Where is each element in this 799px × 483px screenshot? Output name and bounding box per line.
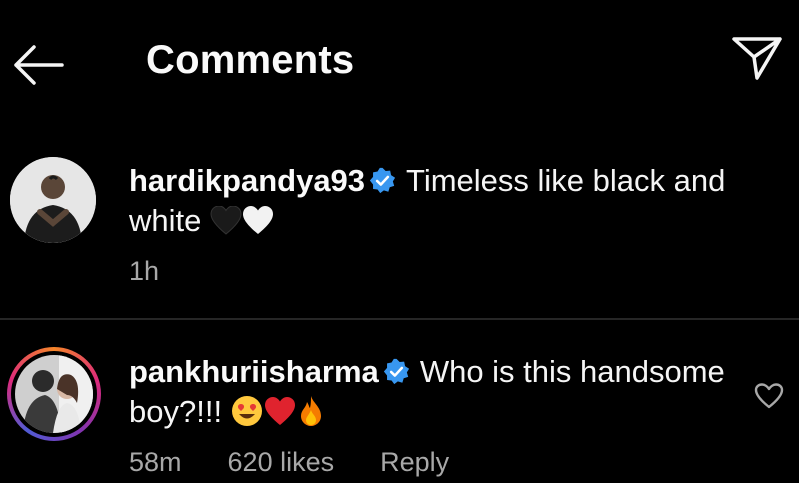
fire-icon xyxy=(300,396,321,426)
avatar-photo xyxy=(10,157,96,243)
comment-time: 1h xyxy=(129,256,160,286)
comment-username[interactable]: hardikpandya93 xyxy=(129,163,365,198)
comment-body: pankhuriisharma Who is this handsome boy… xyxy=(129,352,729,432)
avatar xyxy=(11,351,97,437)
divider xyxy=(0,318,799,320)
comment-meta: 1h xyxy=(129,256,205,287)
comment-meta: 58m 620 likes Reply xyxy=(129,447,495,478)
red-heart-icon xyxy=(264,397,295,425)
paper-plane-icon[interactable] xyxy=(728,30,786,84)
avatar[interactable] xyxy=(10,157,96,243)
heart-eyes-emoji-icon xyxy=(231,396,262,426)
black-heart-icon xyxy=(210,206,242,235)
comment-username[interactable]: pankhuriisharma xyxy=(129,354,379,389)
comments-header: Comments xyxy=(0,0,799,125)
white-heart-icon xyxy=(243,206,273,234)
reply-button[interactable]: Reply xyxy=(380,447,449,477)
like-heart-icon[interactable] xyxy=(754,383,784,409)
page-title: Comments xyxy=(146,38,355,82)
back-arrow-icon[interactable] xyxy=(10,40,70,90)
likes-count[interactable]: 620 likes xyxy=(228,447,335,477)
comment-body: hardikpandya93 Timeless like black and w… xyxy=(129,161,769,241)
avatar-photo xyxy=(15,355,93,433)
verified-badge-icon xyxy=(369,167,396,194)
comment-time: 58m xyxy=(129,447,182,477)
avatar-story-ring[interactable] xyxy=(7,347,101,441)
verified-badge-icon xyxy=(383,358,409,385)
